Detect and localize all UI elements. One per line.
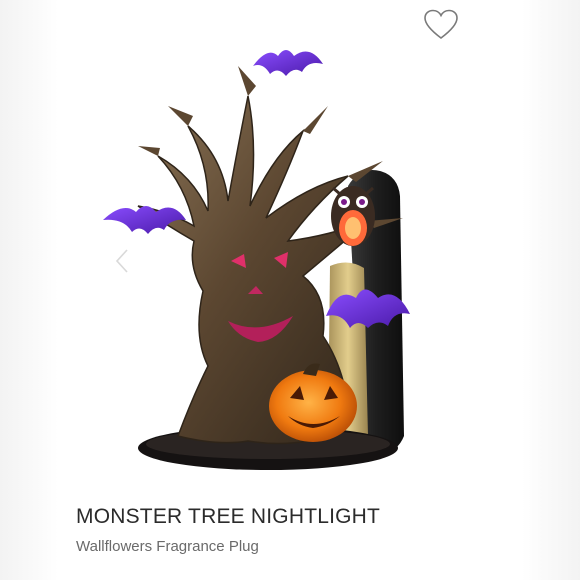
right-edge-shadow: [522, 0, 580, 580]
left-edge-shadow: [0, 0, 58, 580]
bat-left: [103, 206, 186, 234]
bat-top: [253, 50, 323, 76]
product-image: [98, 36, 458, 476]
product-subtitle: Wallflowers Fragrance Plug: [76, 538, 259, 555]
owl: [331, 186, 375, 246]
product-title[interactable]: MONSTER TREE NIGHTLIGHT: [76, 505, 380, 529]
